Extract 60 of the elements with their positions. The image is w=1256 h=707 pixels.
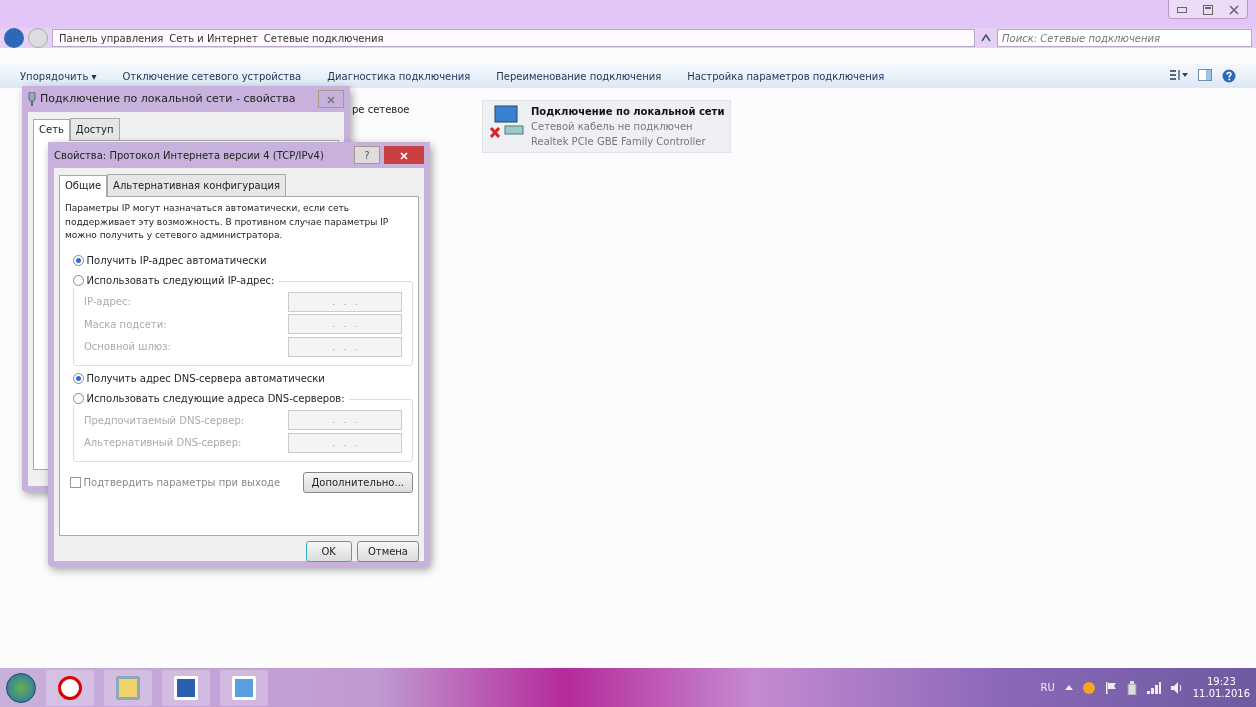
clock-time[interactable]: 19:23 bbox=[1192, 675, 1250, 688]
speaker-icon[interactable] bbox=[1170, 681, 1183, 694]
field-label: Основной шлюз: bbox=[84, 340, 171, 354]
cancel-button[interactable]: Отмена bbox=[356, 541, 419, 562]
help-button[interactable]: ? bbox=[354, 146, 380, 164]
toolbar-button[interactable]: Отключение сетевого устройства bbox=[122, 68, 302, 84]
connection-item[interactable]: Подключение по локальной сети Сетевой кабель не подключен Realtek PCIe GBE Family Controller bbox=[482, 100, 732, 153]
control-panel-icon[interactable] bbox=[220, 669, 268, 706]
radio-option[interactable]: Использовать следующий IP-адрес: bbox=[73, 272, 279, 288]
description-text: Параметры IP могут назначаться автоматически, если сеть поддерживает эту возможность. В противном случае параметры IP можно получить у сетевого администратора. bbox=[65, 202, 390, 242]
connection-status: Сетевой кабель не подключен bbox=[531, 120, 694, 134]
ok-button[interactable]: OK bbox=[305, 541, 352, 562]
toolbar-button[interactable]: Настройка параметров подключения bbox=[687, 68, 885, 84]
search-field[interactable]: Поиск: Сетевые подключения bbox=[997, 29, 1252, 47]
close-icon bbox=[1229, 4, 1239, 15]
toolbar-button[interactable]: Переименование подключения bbox=[496, 68, 662, 84]
advanced-button[interactable]: Дополнительно... bbox=[302, 472, 413, 493]
radio-option[interactable]: Получить адрес DNS-сервера автоматически bbox=[73, 371, 413, 386]
window-title: Свойства: Протокол Интернета версии 4 (TCP/IPv4) bbox=[54, 148, 325, 163]
checkbox-option[interactable]: Подтвердить параметры при выходе bbox=[70, 475, 281, 490]
adapter-name: Realtek PCIe GBE Family Controller bbox=[531, 135, 707, 149]
close-button[interactable] bbox=[318, 90, 344, 108]
language-indicator[interactable]: RU bbox=[1040, 680, 1055, 695]
show-hidden-icons-icon[interactable] bbox=[1064, 685, 1073, 690]
partial-text: ре сетевое bbox=[352, 103, 410, 117]
window-title: Подключение по локальной сети - свойства bbox=[40, 90, 297, 107]
toolbar-button[interactable]: Диагностика подключения bbox=[327, 68, 471, 84]
clock-date[interactable]: 11.01.2016 bbox=[1192, 687, 1250, 700]
close-icon bbox=[327, 95, 335, 104]
start-button[interactable] bbox=[6, 672, 36, 703]
field-label: Альтернативный DNS-сервер: bbox=[84, 436, 242, 450]
breadcrumb-item[interactable]: Сетевые подключения bbox=[263, 30, 384, 46]
browser-icon[interactable] bbox=[46, 669, 94, 706]
tab[interactable]: Общие bbox=[59, 175, 108, 197]
preview-pane-icon[interactable] bbox=[1198, 69, 1212, 81]
document-icon[interactable] bbox=[162, 669, 210, 706]
field-label: Предпочитаемый DNS-сервер: bbox=[84, 413, 245, 428]
back-button[interactable] bbox=[4, 28, 24, 48]
flag-icon[interactable] bbox=[1104, 681, 1117, 694]
connection-icon bbox=[28, 92, 36, 106]
tab[interactable]: Альтернативная конфигурация bbox=[107, 174, 287, 196]
connection-name: Подключение по локальной сети bbox=[531, 105, 725, 119]
toolbar-button[interactable]: Упорядочить ▾ bbox=[20, 68, 97, 84]
tab[interactable]: Сеть bbox=[33, 119, 70, 141]
radio-option[interactable]: Получить IP-адрес автоматически bbox=[73, 252, 413, 268]
signal-icon[interactable] bbox=[1146, 681, 1161, 694]
view-options-icon[interactable] bbox=[1170, 69, 1188, 81]
address-bar[interactable]: Панель управления Сеть и Интернет Сетевые подключения bbox=[52, 29, 975, 47]
tab[interactable]: Доступ bbox=[69, 118, 120, 140]
close-button[interactable] bbox=[384, 146, 424, 164]
radio-option[interactable]: Использовать следующие адреса DNS-серверов: bbox=[73, 391, 349, 406]
breadcrumb-item[interactable]: Панель управления bbox=[59, 30, 164, 46]
close-icon bbox=[400, 151, 408, 160]
maximize-icon bbox=[1203, 4, 1213, 15]
field-label: IP-адрес: bbox=[84, 295, 131, 309]
tray-app-icon[interactable] bbox=[1082, 681, 1095, 694]
breadcrumb-item[interactable]: Сеть и Интернет bbox=[169, 30, 258, 46]
minimize-icon bbox=[1177, 6, 1187, 13]
field-label: Маска подсети: bbox=[84, 317, 167, 332]
help-icon[interactable] bbox=[1222, 69, 1236, 83]
